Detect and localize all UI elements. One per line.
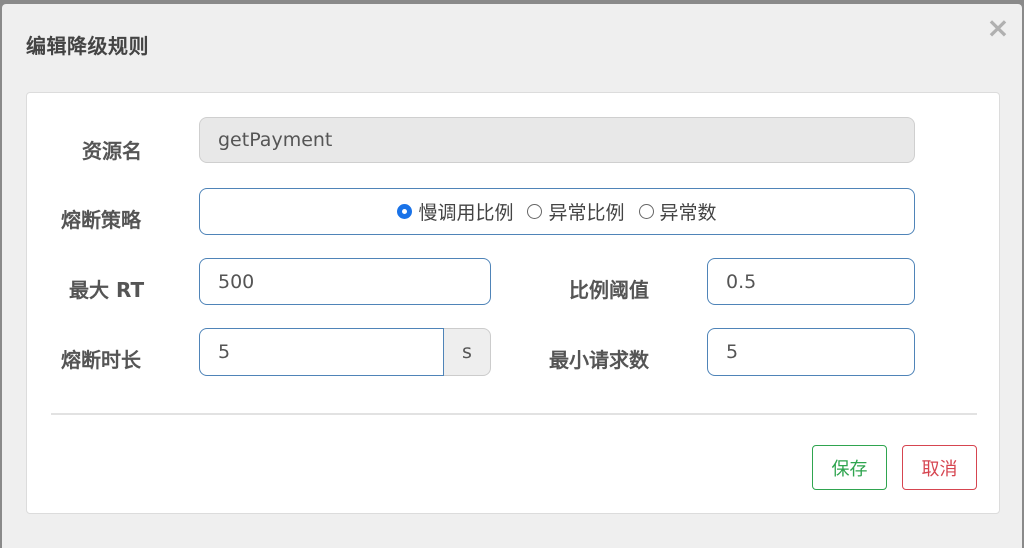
radio-error-ratio[interactable]: 异常比例: [527, 198, 625, 225]
radio-checked-icon: [397, 204, 413, 219]
cancel-button[interactable]: 取消: [902, 445, 977, 490]
resource-name-input[interactable]: getPayment: [199, 117, 915, 163]
resource-name-label: 资源名: [82, 139, 142, 163]
break-duration-unit: s: [444, 328, 491, 376]
break-duration-label: 熔断时长: [61, 348, 141, 372]
ratio-threshold-input[interactable]: 0.5: [707, 258, 915, 305]
strategy-label: 熔断策略: [61, 208, 141, 232]
max-rt-label: 最大 RT: [69, 278, 145, 302]
break-duration-input[interactable]: 5: [199, 328, 444, 376]
min-requests-input[interactable]: 5: [707, 328, 915, 376]
radio-unchecked-icon: [527, 204, 543, 219]
min-requests-label: 最小请求数: [549, 348, 649, 372]
form-divider: [51, 413, 977, 415]
min-requests-value: 5: [726, 341, 739, 363]
radio-label: 慢调用比例: [418, 202, 514, 224]
edit-degrade-rule-dialog: 编辑降级规则 × 资源名 getPayment 熔断策略 慢调用比例 异常比例 …: [2, 4, 1022, 548]
max-rt-value: 500: [218, 270, 255, 293]
strategy-radio-group: 慢调用比例 异常比例 异常数: [199, 188, 915, 235]
radio-label: 异常比例: [548, 202, 625, 224]
ratio-threshold-label: 比例阈值: [569, 278, 649, 302]
max-rt-input[interactable]: 500: [199, 258, 491, 305]
radio-error-count[interactable]: 异常数: [638, 198, 717, 225]
ratio-threshold-value: 0.5: [726, 270, 757, 293]
dialog-title: 编辑降级规则: [26, 34, 149, 58]
break-duration-value: 5: [218, 341, 231, 363]
resource-name-value: getPayment: [218, 129, 333, 151]
radio-label: 异常数: [659, 202, 717, 224]
close-icon[interactable]: ×: [986, 14, 1010, 42]
radio-slow-call-ratio[interactable]: 慢调用比例: [397, 198, 513, 225]
radio-unchecked-icon: [638, 204, 654, 219]
save-button[interactable]: 保存: [812, 445, 887, 490]
form-panel: 资源名 getPayment 熔断策略 慢调用比例 异常比例 异常数 最大 RT…: [26, 92, 1000, 514]
